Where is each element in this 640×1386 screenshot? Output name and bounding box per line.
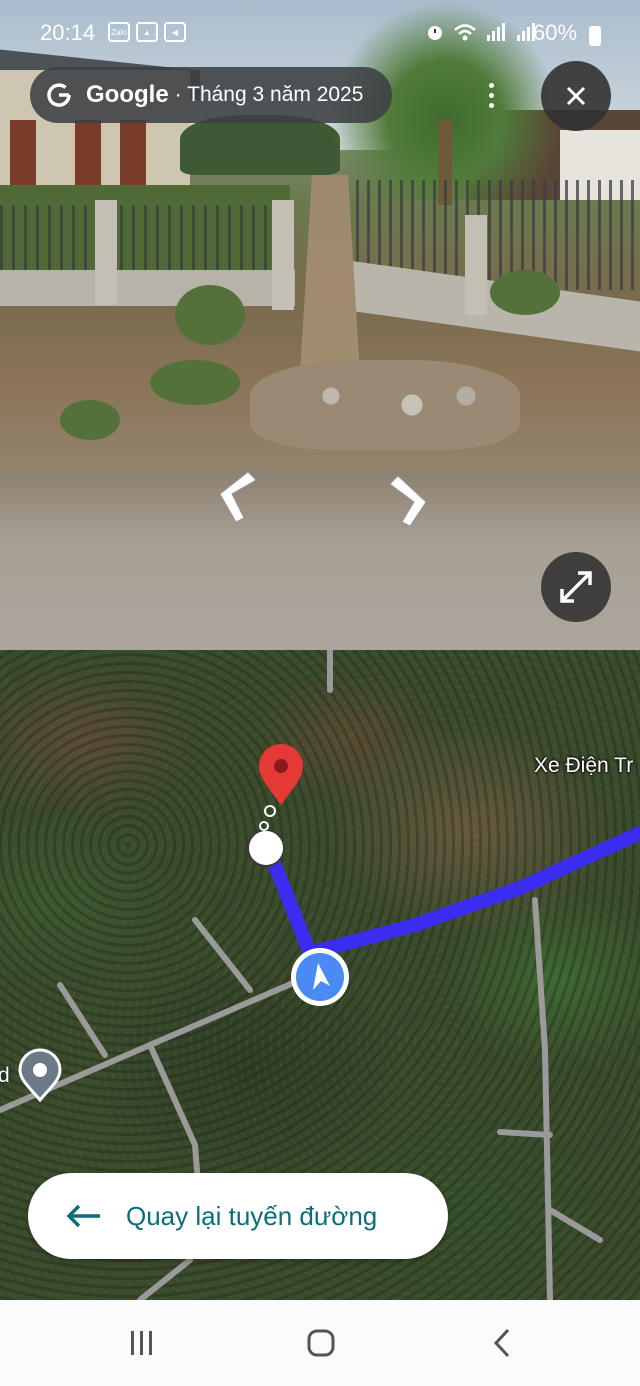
street-view-info-pill[interactable]: Google · Tháng 3 năm 2025 [30,67,392,123]
local-road [532,897,553,1300]
home-icon [307,1329,335,1357]
alarm-icon [428,26,442,40]
place-label[interactable]: Xe Điện Tr [534,754,633,778]
local-road [497,1129,553,1138]
gallery-icon: ▲ [136,22,158,42]
house-door [120,120,146,190]
video-call-icon: ◀ [164,22,186,42]
dot [488,92,494,98]
fence-pillar [95,200,117,305]
wall-left [0,270,295,306]
status-time: 20:14 [40,20,96,45]
bush [150,360,240,405]
close-icon [566,86,586,106]
pegman-dot [264,805,276,817]
recents-button[interactable] [124,1324,160,1362]
back-button[interactable] [484,1324,520,1362]
dot [488,102,494,108]
notification-icons: Zalo ▲ ◀ [108,22,186,42]
fence-pillar [272,200,294,310]
system-status-icons [425,22,537,42]
dot [488,82,494,88]
current-location-icon [291,948,349,1006]
back-icon [493,1328,510,1358]
chevron-left-icon [219,471,257,523]
bush [490,270,560,315]
local-road [137,1257,193,1300]
pan-right-button[interactable] [386,474,432,528]
pan-left-button[interactable] [214,470,260,524]
house-door [75,120,101,190]
satellite-map[interactable]: Xe Điện Tr d Quay lại tuyến đường [0,650,640,1300]
fence-left [0,205,295,280]
battery-icon [589,26,601,46]
house-door [10,120,36,190]
capture-date: · Tháng 3 năm 2025 [174,83,364,106]
fence-pillar [465,215,487,315]
signal-icon [487,23,505,41]
close-button[interactable] [541,61,611,131]
rubble-pile [250,360,520,450]
place-label-partial[interactable]: d [0,1064,10,1088]
route-start-point [247,829,285,867]
back-to-route-button[interactable]: Quay lại tuyến đường [28,1173,448,1259]
status-bar: 20:14 Zalo ▲ ◀ 60% [0,14,640,54]
place-marker-icon [18,1048,62,1103]
more-options-button[interactable] [470,68,512,122]
brand-name: Google [86,81,169,108]
pegman-dot [259,821,269,831]
expand-icon [560,571,592,603]
battery-percent: 60% [533,20,578,45]
wifi-icon [454,24,476,41]
arrow-left-icon [66,1204,100,1228]
bush [60,400,120,440]
google-g-icon [47,83,71,107]
home-button[interactable] [303,1324,339,1362]
recents-icon [131,1331,152,1355]
local-road [57,982,108,1058]
tree-line [180,115,340,175]
route-line [261,826,640,960]
road [0,470,640,650]
local-road [192,917,253,993]
chevron-right-icon [389,475,427,527]
expand-button[interactable] [541,552,611,622]
system-navigation-bar [0,1300,640,1386]
back-to-route-label: Quay lại tuyến đường [126,1200,378,1231]
location-pin-icon [259,744,303,805]
zalo-icon: Zalo [108,22,130,42]
local-road [547,1207,603,1243]
bush [175,285,245,345]
